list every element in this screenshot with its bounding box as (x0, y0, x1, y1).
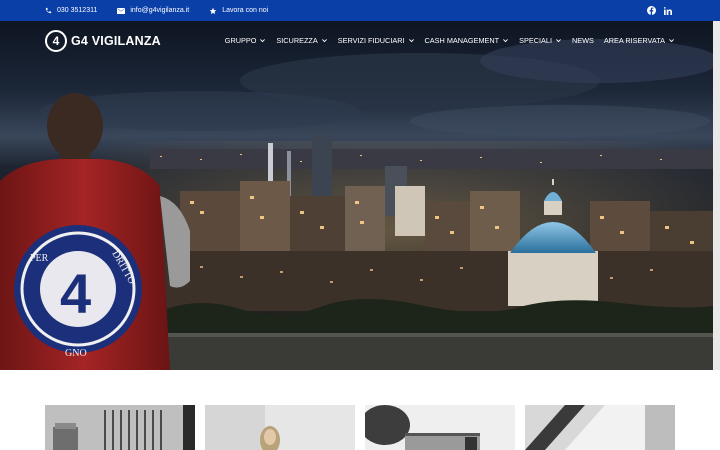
phone-number: 030 3512311 (57, 7, 98, 14)
svg-text:4: 4 (60, 262, 91, 325)
linkedin-icon[interactable] (664, 6, 672, 15)
card-image-gate[interactable] (45, 405, 195, 450)
hero-banner: 4 PER DRITTO GNO 4 G4 VIGILANZA GRUPPO SI… (0, 21, 713, 370)
nav-item-sicurezza[interactable]: SICUREZZA (276, 36, 327, 45)
nav-item-news[interactable]: NEWS (572, 36, 594, 45)
site-logo[interactable]: 4 G4 VIGILANZA (45, 30, 161, 52)
social-links (647, 6, 710, 15)
scrollbar[interactable] (713, 21, 720, 370)
nav-item-label: SERVIZI FIDUCIARI (337, 36, 405, 45)
card-image-woman[interactable] (205, 405, 355, 450)
top-contact-bar: 030 3512311 info@g4vigilanza.it Lavora c… (0, 0, 720, 21)
cape-text-bottom: GNO (65, 348, 87, 359)
card-image-architecture[interactable] (525, 405, 675, 450)
card-row (45, 405, 675, 450)
main-navigation: GRUPPO SICUREZZA SERVIZI FIDUCIARI CASH MAN… (225, 36, 675, 45)
chevron-down-icon (321, 39, 327, 43)
nav-item-label: SICUREZZA (276, 36, 318, 45)
jobs-link[interactable]: Lavora con noi (209, 7, 268, 15)
email-contact[interactable]: info@g4vigilanza.it (117, 7, 189, 14)
chevron-down-icon (503, 39, 509, 43)
phone-icon (45, 7, 52, 14)
nav-item-label: GRUPPO (224, 36, 257, 45)
email-address: info@g4vigilanza.it (130, 7, 190, 14)
star-icon (209, 7, 217, 14)
nav-item-label: SPECIALI (519, 36, 552, 45)
nav-item-label: CASH MANAGEMENT (424, 36, 500, 45)
phone-contact[interactable]: 030 3512311 (45, 7, 97, 14)
hero-city-image: 4 PER DRITTO GNO (0, 21, 713, 370)
chevron-down-icon (669, 39, 674, 43)
chevron-down-icon (556, 39, 561, 43)
nav-item-speciali[interactable]: SPECIALI (519, 36, 562, 45)
cape-text-left: PER (30, 253, 49, 264)
mail-icon (117, 7, 126, 14)
nav-item-gruppo[interactable]: GRUPPO (225, 36, 267, 45)
card-image-building[interactable] (365, 405, 515, 450)
chevron-down-icon (408, 39, 414, 43)
nav-item-label: AREA RISERVATA (603, 36, 665, 45)
logo-icon: 4 (45, 30, 67, 52)
logo-text: G4 VIGILANZA (71, 34, 161, 48)
nav-item-servizi-fiduciari[interactable]: SERVIZI FIDUCIARI (338, 36, 415, 45)
jobs-label: Lavora con noi (222, 7, 269, 14)
chevron-down-icon (260, 39, 266, 43)
nav-item-label: NEWS (571, 36, 594, 45)
nav-item-area-riservata[interactable]: AREA RISERVATA (604, 36, 675, 45)
facebook-icon[interactable] (647, 6, 656, 15)
nav-item-cash-management[interactable]: CASH MANAGEMENT (425, 36, 510, 45)
